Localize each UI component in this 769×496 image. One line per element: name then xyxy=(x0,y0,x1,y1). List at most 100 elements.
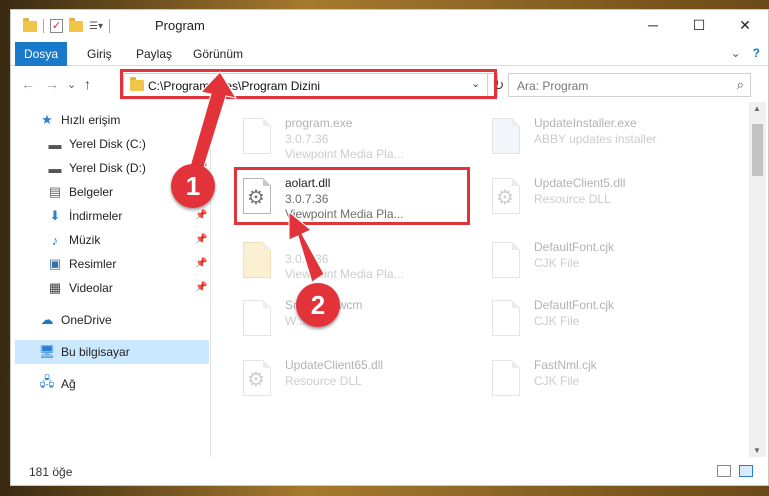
sidebar-item-documents[interactable]: ▤ Belgeler xyxy=(47,180,113,204)
sidebar-item-music[interactable]: ♪ Müzik xyxy=(47,228,101,252)
folder-icon xyxy=(23,17,37,32)
tab-view[interactable]: Görünüm xyxy=(193,47,243,61)
step-2-badge: 2 xyxy=(296,283,340,327)
separator xyxy=(43,19,44,33)
search-icon: ⌕ xyxy=(736,77,744,92)
file-description: Viewpoint Media Pla... xyxy=(285,147,404,161)
sidebar-item-label: İndirmeler xyxy=(69,209,123,223)
file-item[interactable]: ⚙ UpdateClient5.dll Resource DLL xyxy=(484,170,714,220)
pin-icon[interactable]: 📌 xyxy=(195,210,207,221)
step-1-badge: 1 xyxy=(171,164,215,208)
file-icon xyxy=(235,298,275,338)
file-item[interactable]: DefaultFont.cjk CJK File xyxy=(484,234,714,284)
up-arrow-icon[interactable]: ↑ xyxy=(84,76,91,92)
sidebar-item-label: Belgeler xyxy=(69,185,114,199)
folder-icon xyxy=(235,240,275,280)
details-view-icon[interactable] xyxy=(717,465,731,477)
file-name: DefaultFont.cjk xyxy=(534,240,615,254)
sidebar-item-onedrive[interactable]: ☁ OneDrive xyxy=(39,308,112,332)
scrollbar-thumb[interactable] xyxy=(752,124,763,176)
pin-icon[interactable]: 📌 xyxy=(195,258,207,269)
video-icon: ▦ xyxy=(48,280,62,295)
item-count: 181 öğe xyxy=(29,465,73,479)
forward-arrow-icon[interactable]: → xyxy=(45,76,59,92)
sidebar-item-label: Yerel Disk (C:) xyxy=(69,137,146,151)
sidebar-item-network[interactable]: 🖧 Ağ xyxy=(39,372,76,396)
pin-icon[interactable]: 📌 xyxy=(195,138,207,149)
music-icon: ♪ xyxy=(51,232,59,248)
file-name: UpdateInstaller.exe xyxy=(534,116,637,130)
file-icon xyxy=(484,358,524,398)
tab-home[interactable]: Giriş xyxy=(87,47,112,61)
sidebar-item-label: Müzik xyxy=(69,233,101,247)
sidebar-item-this-pc[interactable]: 🖥 Bu bilgisayar xyxy=(15,340,209,364)
file-description: CJK File xyxy=(534,314,580,328)
application-icon xyxy=(235,116,275,156)
sidebar-item-label: Videolar xyxy=(69,281,113,295)
scroll-down-icon[interactable]: ▼ xyxy=(753,446,761,455)
search-box[interactable]: Ara: Program ⌕ xyxy=(508,73,751,97)
gear-icon: ⚙ xyxy=(496,187,514,209)
search-input[interactable]: Ara: Program xyxy=(517,79,588,93)
ribbon-tabs: Dosya Giriş Paylaş Görünüm ⌄ ? xyxy=(11,42,768,66)
file-item[interactable]: FastNml.cjk CJK File xyxy=(484,352,714,402)
file-item[interactable]: ⚙ UpdateClient65.dll Resource DLL xyxy=(235,352,465,402)
network-icon: 🖧 xyxy=(39,374,55,389)
file-name: program.exe xyxy=(285,116,353,130)
gear-icon: ⚙ xyxy=(247,369,265,391)
recent-locations-icon[interactable]: ⌄ xyxy=(67,78,76,91)
new-folder-icon[interactable] xyxy=(69,17,83,32)
file-description: ABBY updates installer xyxy=(534,132,657,146)
file-item[interactable]: DefaultFont.cjk CJK File xyxy=(484,292,714,342)
drive-icon: ▬ xyxy=(48,136,62,152)
documents-icon: ▤ xyxy=(48,184,62,199)
pin-icon[interactable]: 📌 xyxy=(195,282,207,293)
tab-share[interactable]: Paylaş xyxy=(136,47,172,61)
scroll-up-icon[interactable]: ▲ xyxy=(753,104,761,113)
vertical-scrollbar[interactable]: ▲ ▼ xyxy=(749,102,766,457)
expand-ribbon-icon[interactable]: ⌄ xyxy=(731,46,741,60)
sidebar-item-videos[interactable]: ▦ Videolar xyxy=(47,276,113,300)
sidebar-item-downloads[interactable]: ⬇ İndirmeler xyxy=(47,204,123,228)
cloud-icon: ☁ xyxy=(40,312,54,327)
status-bar: 181 öğe xyxy=(11,459,768,486)
file-version: 3.0.7.36 xyxy=(285,252,329,266)
sidebar-item-label: Hızlı erişim xyxy=(61,113,121,127)
sidebar-item-local-disk-d[interactable]: ▬ Yerel Disk (D:) xyxy=(47,156,146,180)
pin-icon[interactable]: 📌 xyxy=(195,234,207,245)
properties-icon[interactable]: ✓ xyxy=(50,19,63,33)
sidebar-item-quick-access[interactable]: ★ Hızlı erişim xyxy=(39,108,120,132)
customize-toolbar-icon[interactable]: ☰▾ xyxy=(89,21,103,32)
file-icon xyxy=(484,298,524,338)
file-item[interactable]: UpdateInstaller.exe ABBY updates install… xyxy=(484,110,714,160)
back-arrow-icon[interactable]: ← xyxy=(21,76,35,92)
minimize-button[interactable]: ─ xyxy=(630,10,676,40)
file-description: Viewpoint Media Pla... xyxy=(285,267,404,281)
large-icons-view-icon[interactable] xyxy=(739,465,753,477)
separator xyxy=(108,19,110,33)
ribbon-controls: ⌄ ? xyxy=(731,46,760,60)
file-list: program.exe 3.0.7.36 Viewpoint Media Pla… xyxy=(212,102,748,457)
file-item[interactable]: program.exe 3.0.7.36 Viewpoint Media Pla… xyxy=(235,110,465,161)
file-name: UpdateClient65.dll xyxy=(285,358,384,372)
star-icon: ★ xyxy=(41,112,53,127)
file-version: 3.0.7.36 xyxy=(285,132,329,146)
file-description: Resource DLL xyxy=(285,374,362,388)
sidebar-item-local-disk-c[interactable]: ▬ Yerel Disk (C:) xyxy=(47,132,146,156)
file-item[interactable]: 3.0.7.36 Viewpoint Media Pla... xyxy=(235,234,465,284)
maximize-button[interactable]: ☐ xyxy=(676,10,722,40)
tab-file[interactable]: Dosya xyxy=(15,42,67,66)
help-icon[interactable]: ? xyxy=(753,46,760,60)
file-item[interactable]: Sm...P14.wcm W... xyxy=(235,292,465,342)
download-icon: ⬇ xyxy=(49,208,61,223)
title-bar: ✓ ☰▾ Program ─ ☐ ✕ xyxy=(11,10,768,42)
sidebar-item-label: OneDrive xyxy=(61,313,112,327)
sidebar-item-label: Resimler xyxy=(69,257,117,271)
pictures-icon: ▣ xyxy=(48,256,62,271)
application-icon xyxy=(484,116,524,156)
dll-file-icon: ⚙ xyxy=(484,176,524,216)
sidebar-item-label: Yerel Disk (D:) xyxy=(69,161,146,175)
close-button[interactable]: ✕ xyxy=(722,10,768,40)
file-description: CJK File xyxy=(534,256,580,270)
sidebar-item-pictures[interactable]: ▣ Resimler xyxy=(47,252,117,276)
